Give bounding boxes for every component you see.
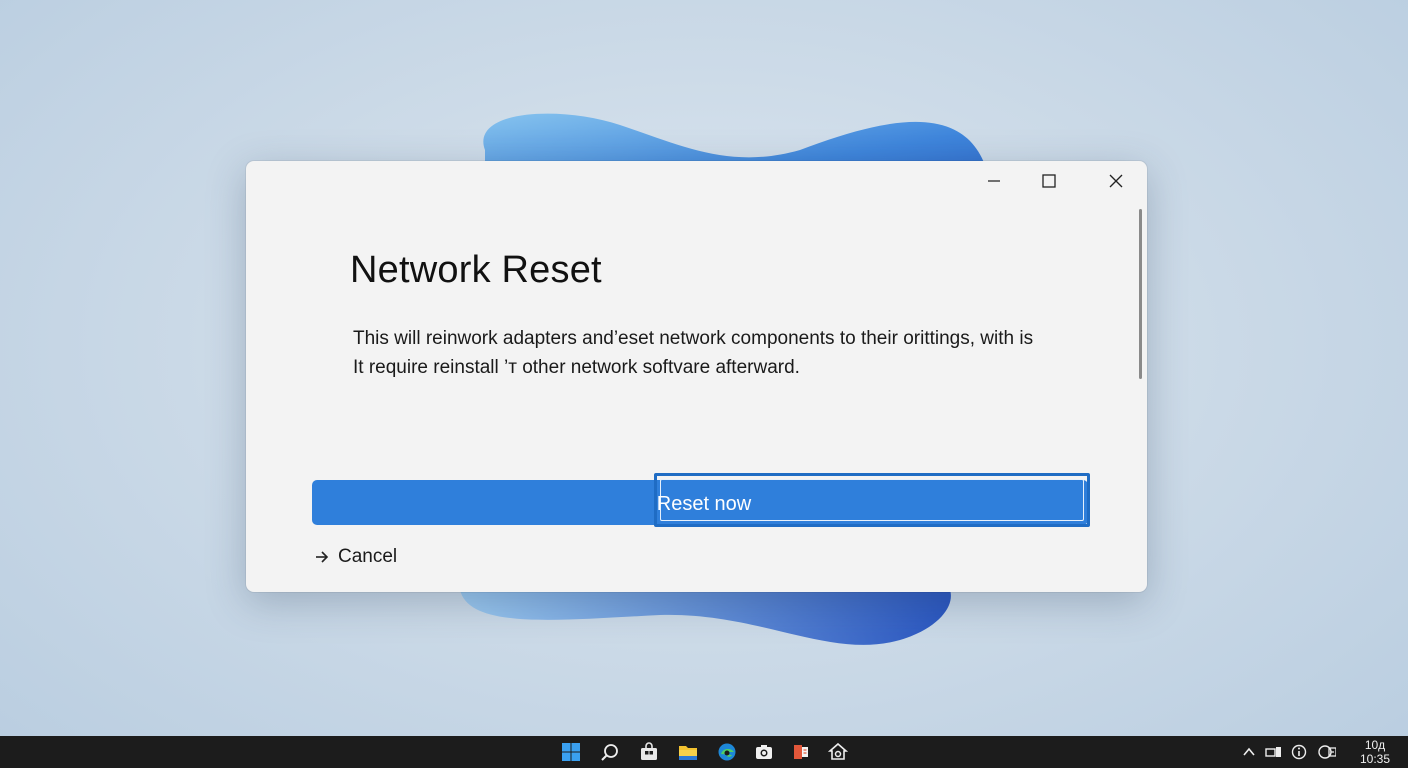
info-icon bbox=[1291, 744, 1307, 760]
settings-button[interactable] bbox=[826, 740, 850, 764]
edge-button[interactable] bbox=[715, 740, 739, 764]
search-icon bbox=[601, 744, 618, 761]
office-button[interactable] bbox=[789, 740, 813, 764]
clock-line-2: 10:35 bbox=[1359, 752, 1391, 766]
close-icon bbox=[1109, 174, 1123, 188]
search-button[interactable] bbox=[598, 740, 622, 764]
arrow-right-icon bbox=[316, 551, 329, 563]
network-reset-dialog: Network Reset This will reinwork adapter… bbox=[246, 161, 1147, 592]
taskbar: 10д 10:35 bbox=[0, 736, 1408, 768]
start-icon bbox=[562, 743, 580, 761]
file-explorer-button[interactable] bbox=[676, 740, 700, 764]
chevron-up-icon bbox=[1243, 747, 1255, 756]
description-line-2: It require reinstall ’т other network so… bbox=[353, 357, 800, 378]
description-line-1: This will reinwork adapters and’eset net… bbox=[353, 328, 1034, 349]
dialog-title: Network Reset bbox=[350, 249, 602, 291]
network-icon bbox=[1265, 747, 1281, 757]
dialog-description: This will reinwork adapters and’eset net… bbox=[353, 324, 1073, 382]
cancel-link[interactable]: Cancel bbox=[314, 546, 397, 568]
cancel-label: Cancel bbox=[338, 546, 398, 567]
scrollbar[interactable] bbox=[1139, 209, 1142, 379]
store-icon bbox=[641, 742, 657, 760]
edge-icon bbox=[718, 743, 736, 761]
taskbar-clock[interactable]: 10д 10:35 bbox=[1350, 738, 1400, 766]
focus-ring bbox=[654, 473, 1090, 527]
minimize-icon bbox=[988, 180, 1000, 182]
camera-button[interactable] bbox=[752, 740, 776, 764]
language-tray-button[interactable] bbox=[1318, 744, 1336, 760]
clock-line-1: 10д bbox=[1364, 738, 1386, 752]
settings-icon bbox=[828, 742, 848, 760]
info-tray-button[interactable] bbox=[1290, 744, 1308, 760]
show-hidden-icons-button[interactable] bbox=[1240, 744, 1258, 760]
camera-icon bbox=[756, 745, 772, 759]
close-button[interactable] bbox=[1084, 161, 1147, 201]
start-button[interactable] bbox=[559, 740, 583, 764]
maximize-button[interactable] bbox=[1017, 161, 1081, 201]
file-explorer-icon bbox=[679, 746, 697, 760]
network-tray-button[interactable] bbox=[1265, 744, 1283, 760]
maximize-icon bbox=[1042, 174, 1056, 188]
focus-ring-inner bbox=[660, 479, 1084, 521]
office-icon bbox=[794, 745, 808, 759]
store-button[interactable] bbox=[637, 740, 661, 764]
language-icon bbox=[1318, 745, 1336, 759]
